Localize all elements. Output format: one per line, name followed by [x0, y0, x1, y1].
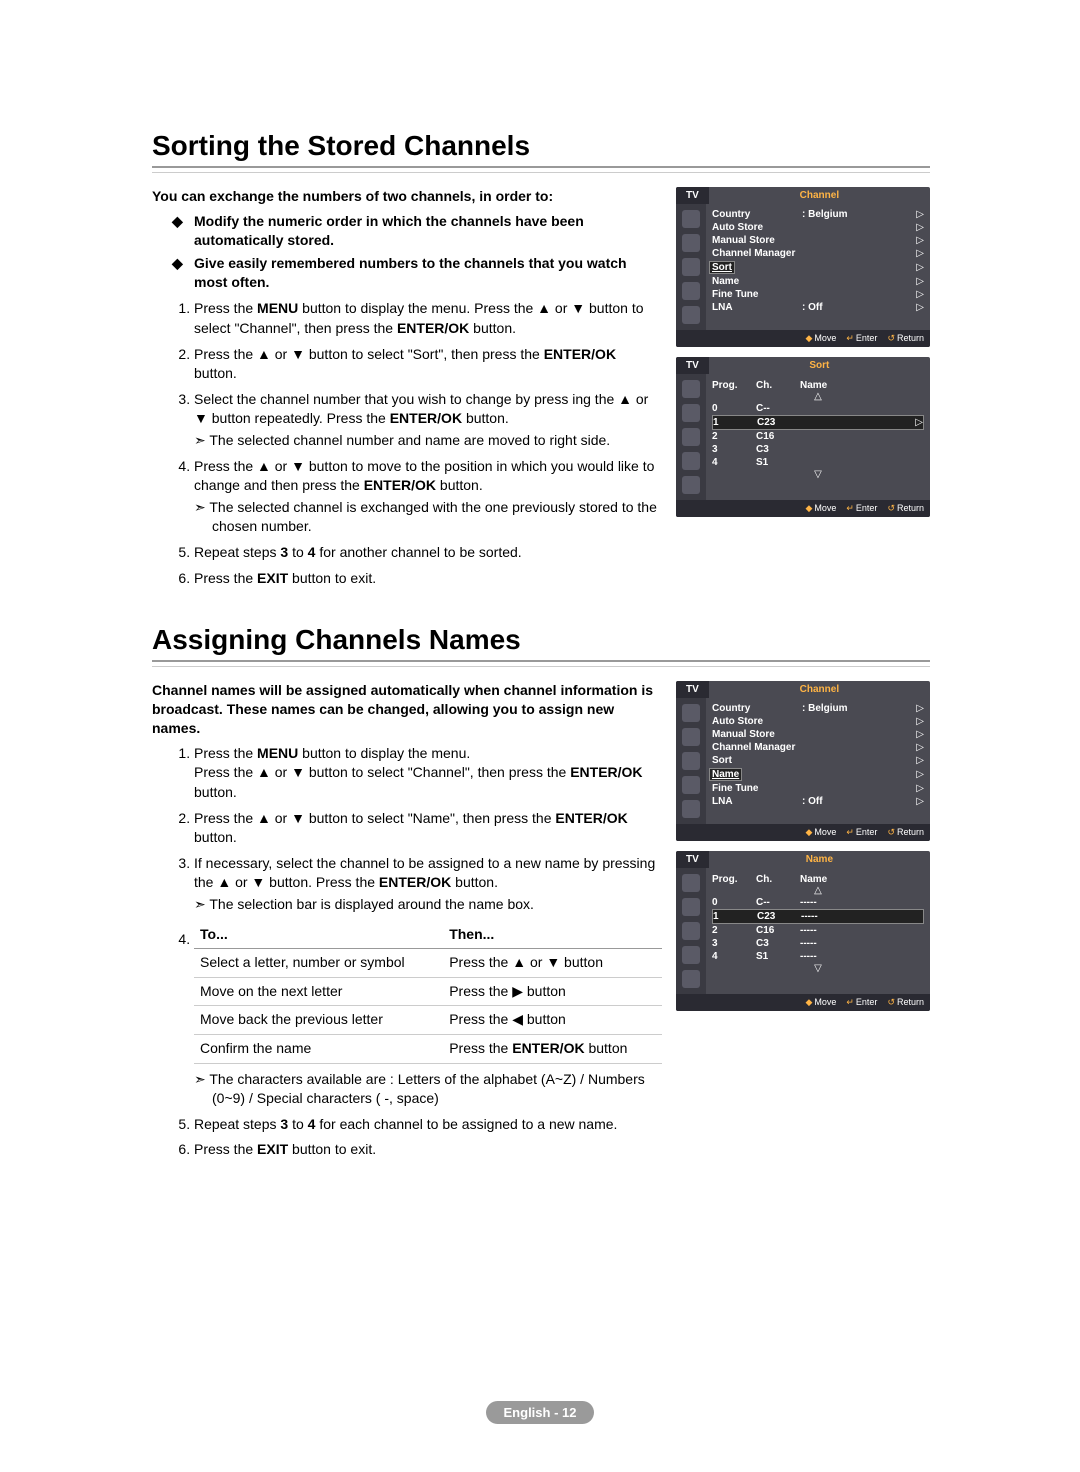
page-footer: English - 12	[0, 1401, 1080, 1424]
step: If necessary, select the channel to be a…	[194, 854, 662, 915]
bullet: Modify the numeric order in which the ch…	[194, 212, 662, 250]
step: Press the ▲ or ▼ button to select "Name"…	[194, 809, 662, 848]
osd-channel-menu-name: TVChannel Country: Belgium▷Auto Store▷Ma…	[676, 681, 930, 841]
step: Select the channel number that you wish …	[194, 390, 662, 451]
osd-channel-menu-sort: TVChannel Country: Belgium▷Auto Store▷Ma…	[676, 187, 930, 347]
rule	[152, 660, 930, 667]
bullet: Give easily remembered numbers to the ch…	[194, 254, 662, 292]
osd-sort-list: TVSort Prog.Ch.Name △ 0C--1C23▷2C163C34S…	[676, 357, 930, 517]
intro-1: You can exchange the numbers of two chan…	[152, 187, 662, 206]
step: Repeat steps 3 to 4 for another channel …	[194, 543, 662, 563]
step: Press the EXIT button to exit.	[194, 1140, 662, 1160]
heading-sorting: Sorting the Stored Channels	[152, 130, 930, 162]
step: Repeat steps 3 to 4 for each channel to …	[194, 1115, 662, 1135]
step-table: To...Then... Select a letter, number or …	[194, 921, 662, 1109]
heading-assigning: Assigning Channels Names	[152, 624, 930, 656]
step: Press the EXIT button to exit.	[194, 569, 662, 589]
step: Press the MENU button to display the men…	[194, 744, 662, 803]
osd-name-list: TVName Prog.Ch.Name △ 0C-------1C23-----…	[676, 851, 930, 1011]
rule	[152, 166, 930, 173]
intro-2: Channel names will be assigned automatic…	[152, 681, 662, 738]
step: Press the ▲ or ▼ button to move to the p…	[194, 457, 662, 537]
step: Press the MENU button to display the men…	[194, 299, 662, 338]
step: Press the ▲ or ▼ button to select "Sort"…	[194, 345, 662, 384]
to-then-table: To...Then... Select a letter, number or …	[194, 921, 662, 1064]
